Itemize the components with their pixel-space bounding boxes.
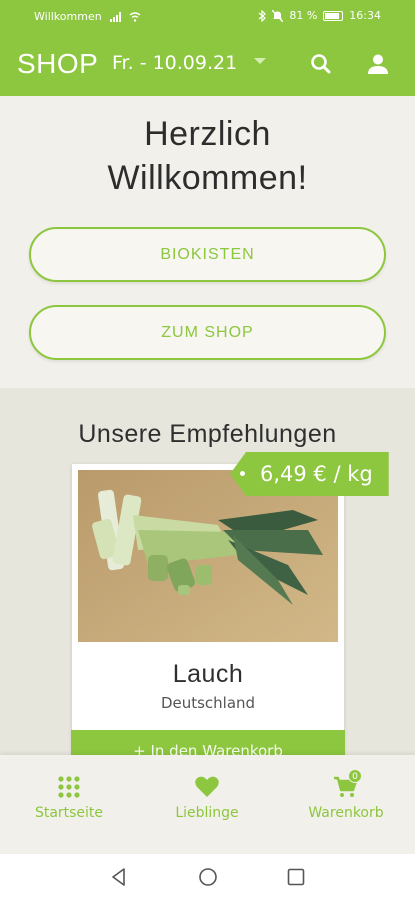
product-name: Lauch xyxy=(172,660,244,688)
delivery-date-select[interactable]: Fr. - 10.09.21 xyxy=(112,52,266,74)
welcome-heading: Herzlich Willkommen! xyxy=(0,112,415,200)
status-bar: Willkommen 81 % 16:34 xyxy=(0,0,415,34)
nav-warenkorb-label: Warenkorb xyxy=(308,805,384,821)
carrier-label: Willkommen xyxy=(34,10,102,23)
back-icon[interactable] xyxy=(109,867,129,887)
recents-icon[interactable] xyxy=(286,867,306,887)
nav-warenkorb[interactable]: 0 Warenkorb xyxy=(286,769,406,821)
clock: 16:34 xyxy=(349,9,381,22)
mute-icon xyxy=(272,9,284,22)
recommendations-section: Unsere Empfehlungen Lauch Deutschland xyxy=(0,388,415,764)
user-icon[interactable] xyxy=(365,51,391,77)
chevron-down-icon xyxy=(254,58,266,64)
nav-lieblinge-label: Lieblinge xyxy=(175,805,239,821)
product-price: 6,49 € / kg xyxy=(260,462,373,486)
grid-icon xyxy=(58,776,80,798)
signal-icon xyxy=(109,11,121,22)
product-card[interactable]: Lauch Deutschland xyxy=(72,464,344,764)
welcome-line-1: Herzlich xyxy=(144,115,271,153)
heart-icon xyxy=(195,776,219,797)
bottom-navigation: Startseite Lieblinge 0 Warenkorb xyxy=(0,755,415,854)
zum-shop-button[interactable]: ZUM SHOP xyxy=(29,305,386,360)
home-icon[interactable] xyxy=(198,867,218,887)
bluetooth-icon xyxy=(258,9,267,22)
wifi-icon xyxy=(129,11,141,22)
shop-title: SHOP xyxy=(17,48,99,79)
app-header: SHOP Fr. - 10.09.21 xyxy=(0,34,415,96)
cart-count-badge: 0 xyxy=(348,769,362,783)
price-tag: 6,49 € / kg xyxy=(230,452,389,496)
nav-startseite[interactable]: Startseite xyxy=(9,775,129,821)
tag-hole-icon xyxy=(240,471,245,476)
delivery-date-label: Fr. - 10.09.21 xyxy=(112,52,238,74)
product-origin: Deutschland xyxy=(160,694,256,712)
search-icon[interactable] xyxy=(308,51,334,77)
battery-percent: 81 % xyxy=(289,9,318,22)
cart-icon-wrapper: 0 xyxy=(333,769,362,799)
recommendations-title: Unsere Empfehlungen xyxy=(78,420,337,448)
nav-lieblinge[interactable]: Lieblinge xyxy=(147,775,267,821)
battery-icon xyxy=(323,10,344,21)
welcome-line-2: Willkommen! xyxy=(107,159,308,197)
nav-startseite-label: Startseite xyxy=(34,805,104,821)
biokisten-button[interactable]: BIOKISTEN xyxy=(29,227,386,282)
system-navigation-bar xyxy=(0,854,415,900)
